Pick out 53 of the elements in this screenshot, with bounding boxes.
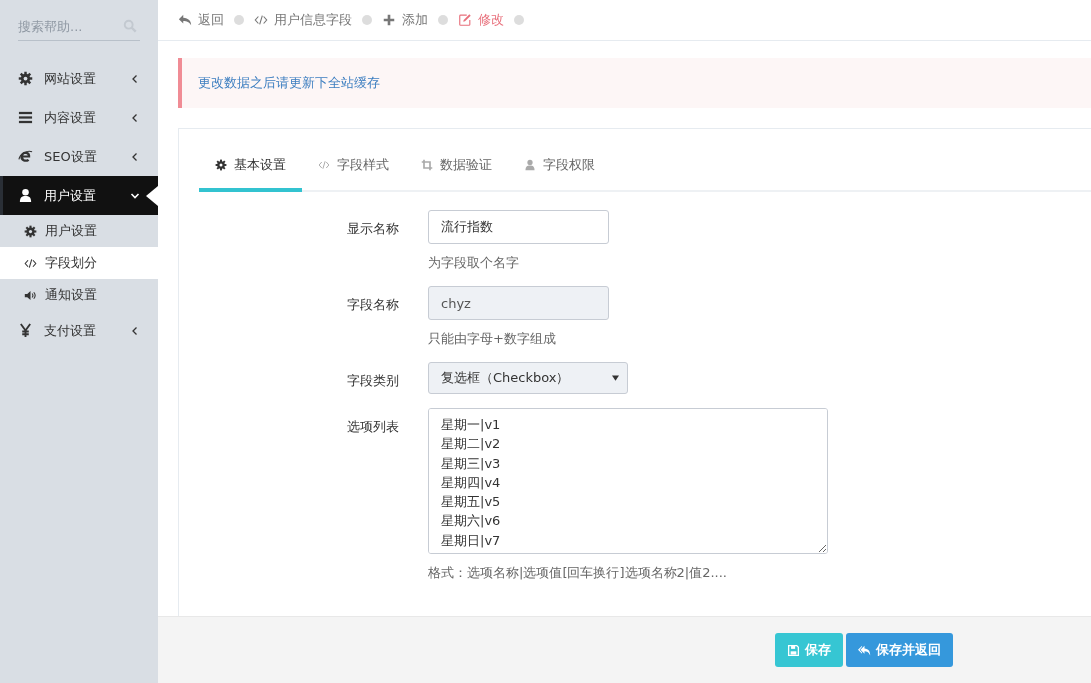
reply-arrow-icon bbox=[178, 13, 192, 27]
separator-dot bbox=[438, 15, 448, 25]
chevron-left-icon bbox=[130, 325, 140, 336]
text-area[interactable]: 星期一|v1 星期二|v2 星期三|v3 星期四|v4 星期五|v5 星期六|v6 星期日|v7 bbox=[428, 408, 828, 554]
code-icon bbox=[24, 256, 37, 270]
separator-dot bbox=[362, 15, 372, 25]
gear-icon bbox=[18, 71, 33, 86]
field-label: 字段类别 bbox=[346, 372, 399, 390]
chevron-left-icon bbox=[130, 151, 140, 162]
tab[interactable]: 字段样式 bbox=[302, 149, 405, 192]
submenu-item[interactable]: 用户设置 bbox=[0, 215, 158, 247]
code-icon bbox=[318, 159, 330, 171]
browser-e-icon bbox=[18, 149, 33, 164]
user-icon bbox=[524, 159, 536, 171]
submenu-item[interactable]: 字段划分 bbox=[0, 247, 158, 279]
breadcrumb-link[interactable]: 返回 bbox=[178, 11, 224, 29]
code-icon bbox=[254, 13, 268, 27]
tab[interactable]: 字段权限 bbox=[508, 149, 611, 192]
help-text: 只能由字母+数字组成 bbox=[428, 330, 557, 348]
help-text: 为字段取个名字 bbox=[428, 254, 520, 272]
yen-icon bbox=[18, 323, 33, 338]
help-text: 格式：选项名称|选项值[回车换行]选项名称2|值2.... bbox=[428, 564, 728, 582]
field-label: 显示名称 bbox=[346, 220, 399, 238]
submenu-item[interactable]: 通知设置 bbox=[0, 279, 158, 311]
reply-all-icon bbox=[858, 643, 871, 657]
sidebar-item[interactable]: SEO设置 bbox=[0, 137, 158, 176]
menu-icon bbox=[18, 110, 33, 125]
sidebar-item[interactable]: 用户设置 bbox=[0, 176, 158, 215]
field-label: 字段名称 bbox=[346, 296, 399, 314]
dropdown-arrow-icon bbox=[612, 375, 619, 381]
text-field[interactable]: 流行指数 bbox=[428, 210, 609, 244]
field-label: 选项列表 bbox=[346, 418, 399, 436]
edit-icon bbox=[458, 13, 472, 27]
separator-dot bbox=[514, 15, 524, 25]
breadcrumb-link[interactable]: 用户信息字段 bbox=[254, 11, 352, 29]
tab[interactable]: 基本设置 bbox=[199, 149, 302, 192]
sidebar-item[interactable]: 支付设置 bbox=[0, 311, 158, 350]
dropdown[interactable]: 复选框（Checkbox） bbox=[428, 362, 628, 394]
chevron-left-icon bbox=[130, 112, 140, 123]
crop-icon bbox=[421, 159, 433, 171]
chevron-left-icon bbox=[130, 73, 140, 84]
search-field[interactable]: 搜索帮助... bbox=[18, 18, 118, 34]
breadcrumb-link[interactable]: 添加 bbox=[382, 11, 428, 29]
tab[interactable]: 数据验证 bbox=[405, 149, 508, 192]
gear-icon bbox=[24, 224, 37, 238]
speaker-icon bbox=[24, 288, 37, 302]
sidebar-item[interactable]: 内容设置 bbox=[0, 98, 158, 137]
user-icon bbox=[18, 188, 33, 203]
alert-text: 更改数据之后请更新下全站缓存 bbox=[198, 75, 380, 90]
plus-icon bbox=[382, 13, 396, 27]
sidebar-item[interactable]: 网站设置 bbox=[0, 59, 158, 98]
separator-dot bbox=[234, 15, 244, 25]
gear-icon bbox=[215, 159, 227, 171]
